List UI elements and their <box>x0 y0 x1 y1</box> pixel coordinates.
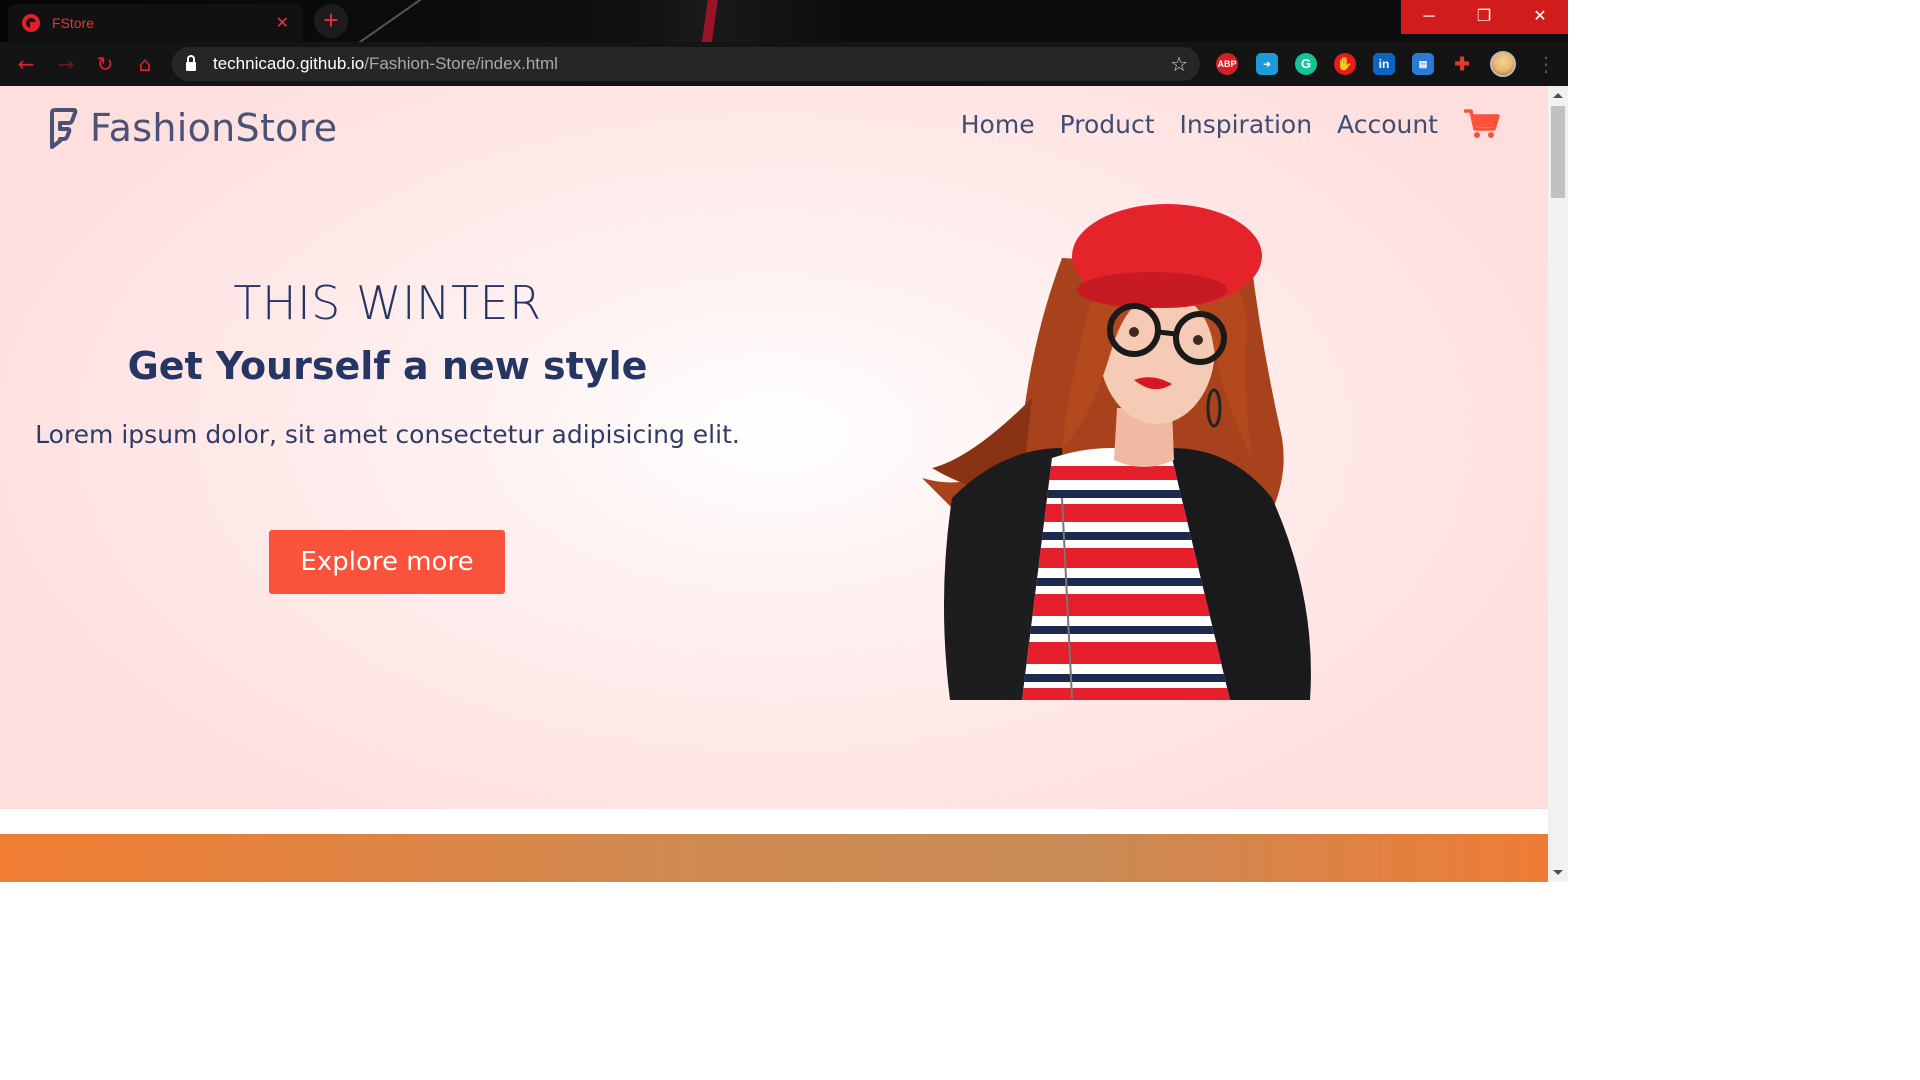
wallpaper-line <box>356 0 424 42</box>
home-icon[interactable]: ⌂ <box>133 52 157 76</box>
hero-model-image <box>922 204 1311 700</box>
nav-inspiration[interactable]: Inspiration <box>1180 110 1313 139</box>
browser-toolbar: ← → ↻ ⌂ technicado.github.io/Fashion-Sto… <box>0 42 1568 86</box>
lock-icon <box>186 55 196 71</box>
minimize-button[interactable]: ─ <box>1401 0 1457 34</box>
logo-f-icon <box>50 108 78 149</box>
site-logo[interactable]: FashionStore <box>48 106 337 150</box>
nav-account[interactable]: Account <box>1337 110 1438 139</box>
menu-kebab-icon[interactable]: ⋮ <box>1536 52 1556 76</box>
share-icon[interactable]: ➜ <box>1256 53 1278 75</box>
scroll-down-arrow-icon[interactable] <box>1553 870 1563 875</box>
address-bar[interactable]: technicado.github.io/Fashion-Store/index… <box>172 47 1200 81</box>
restore-button[interactable]: ❐ <box>1456 0 1512 34</box>
back-icon[interactable]: ← <box>14 52 38 76</box>
orange-section-band <box>0 834 1548 882</box>
explore-more-button[interactable]: Explore more <box>269 530 505 594</box>
page-scrollbar[interactable] <box>1548 86 1568 882</box>
wallpaper-streak <box>700 0 720 42</box>
bookmark-star-icon[interactable]: ☆ <box>1170 52 1188 76</box>
scroll-up-arrow-icon[interactable] <box>1553 93 1563 98</box>
tabs-icon[interactable]: ▤ <box>1412 53 1434 75</box>
browser-tab-bar: FStore ✕ + ─ ❐ ✕ <box>0 0 1568 42</box>
site-favicon-icon <box>22 14 40 32</box>
linkedin-icon[interactable]: in <box>1373 53 1395 75</box>
hero-description: Lorem ipsum dolor, sit amet consectetur … <box>35 420 740 449</box>
adblock-plus-icon[interactable]: ABP <box>1216 53 1238 75</box>
reload-icon[interactable]: ↻ <box>93 52 117 76</box>
cart-icon[interactable] <box>1464 108 1500 140</box>
tab-close-icon[interactable]: ✕ <box>276 13 289 33</box>
hero-text-block: THIS WINTER Get Yourself a new style Lor… <box>0 276 775 449</box>
tab-title: FStore <box>52 15 95 31</box>
hero-section: FashionStore Home Product Inspiration Ac… <box>0 86 1548 809</box>
browser-tab[interactable]: FStore ✕ <box>8 4 303 42</box>
hero-title: THIS WINTER <box>233 276 542 330</box>
close-window-button[interactable]: ✕ <box>1512 0 1568 34</box>
scroll-thumb[interactable] <box>1551 106 1565 198</box>
puzzle-icon[interactable]: ✚ <box>1451 53 1473 75</box>
logo-text: FashionStore <box>90 106 338 150</box>
nav-product[interactable]: Product <box>1060 110 1155 139</box>
page-viewport: FashionStore Home Product Inspiration Ac… <box>0 86 1548 882</box>
stop-hand-icon[interactable]: ✋ <box>1334 53 1356 75</box>
hero-subtitle: Get Yourself a new style <box>127 344 648 388</box>
new-tab-button[interactable]: + <box>314 4 348 38</box>
main-nav: Home Product Inspiration Account <box>936 108 1500 140</box>
grammarly-icon[interactable]: G <box>1295 53 1317 75</box>
nav-home[interactable]: Home <box>961 110 1035 139</box>
url-text: technicado.github.io/Fashion-Store/index… <box>213 54 558 73</box>
profile-avatar[interactable] <box>1490 51 1516 77</box>
forward-icon[interactable]: → <box>54 52 78 76</box>
